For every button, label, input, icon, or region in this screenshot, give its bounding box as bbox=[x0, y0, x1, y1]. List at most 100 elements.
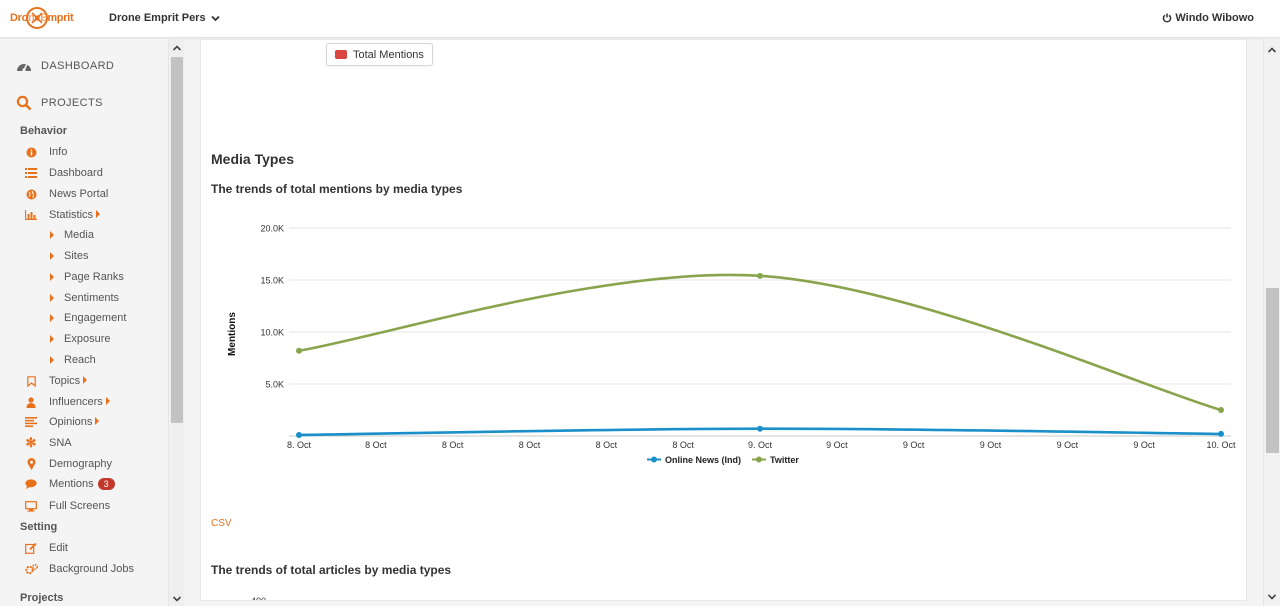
caret-right-icon bbox=[96, 210, 101, 218]
sidebar-item-demography[interactable]: Demography bbox=[23, 458, 112, 470]
sidebar-item-label: Statistics bbox=[49, 209, 94, 221]
section-setting: Setting bbox=[20, 521, 58, 533]
sidebar-subitem-sentiments[interactable]: Sentiments bbox=[50, 292, 119, 304]
main-scrollbar[interactable] bbox=[1263, 39, 1280, 606]
sidebar-item-influencers[interactable]: Influencers bbox=[23, 396, 110, 408]
info-icon bbox=[23, 146, 39, 158]
sidebar-item-topics[interactable]: Topics bbox=[23, 375, 88, 387]
chart2-title: The trends of total articles by media ty… bbox=[211, 563, 452, 577]
project-selector[interactable]: Drone Emprit Pers bbox=[109, 12, 220, 24]
caret-right-icon bbox=[50, 335, 54, 343]
sidebar-item-label: Sentiments bbox=[64, 292, 120, 304]
sidebar-item-label: Info bbox=[49, 146, 68, 158]
sidebar-subitem-sites[interactable]: Sites bbox=[50, 250, 88, 262]
sidebar-subitem-reach[interactable]: Reach bbox=[50, 354, 96, 366]
sidebar-scroll-thumb[interactable] bbox=[171, 57, 183, 423]
x-tick-label: 8 Oct bbox=[442, 440, 464, 450]
x-tick-label: 8 Oct bbox=[672, 440, 694, 450]
legend-swatch bbox=[335, 50, 347, 59]
sidebar-item-label: Background Jobs bbox=[49, 563, 134, 575]
x-tick-label: 9 Oct bbox=[980, 440, 1002, 450]
sidebar-item-label: SNA bbox=[49, 437, 72, 449]
user-menu[interactable]: Windo Wibowo bbox=[1162, 12, 1254, 24]
series-line-1 bbox=[298, 273, 1222, 412]
chevron-down-icon bbox=[210, 15, 220, 21]
legend-label: Total Mentions bbox=[353, 48, 424, 61]
caret-right-icon bbox=[105, 397, 110, 405]
align-icon bbox=[23, 416, 39, 428]
section-title: Media Types bbox=[211, 151, 294, 167]
sidebar-item-mentions[interactable]: Mentions 3 bbox=[23, 478, 115, 490]
data-point[interactable] bbox=[1218, 407, 1224, 413]
sidebar-item-label: Dashboard bbox=[49, 167, 103, 179]
sidebar-item-label: Mentions bbox=[49, 478, 94, 490]
sidebar-item-statistics[interactable]: Statistics bbox=[23, 209, 101, 221]
x-tick-label: 10. Oct bbox=[1206, 440, 1236, 450]
sidebar-item-opinions[interactable]: Opinions bbox=[23, 416, 100, 428]
data-point[interactable] bbox=[296, 431, 302, 438]
data-point[interactable] bbox=[1218, 430, 1224, 437]
comment-icon bbox=[23, 478, 39, 490]
scroll-down-arrow-icon[interactable] bbox=[172, 594, 182, 604]
sidebar-item-label: Opinions bbox=[49, 416, 93, 428]
scroll-up-arrow-icon[interactable] bbox=[172, 43, 182, 53]
legend-item[interactable]: Twitter bbox=[770, 455, 799, 465]
section-behavior: Behavior bbox=[20, 125, 68, 137]
y-tick-label: 10.0K bbox=[260, 328, 284, 338]
sidebar-item-label: Reach bbox=[64, 354, 96, 366]
sidebar-item-label: Demography bbox=[49, 458, 112, 470]
sidebar-subitem-page-ranks[interactable]: Page Ranks bbox=[50, 271, 124, 283]
main-scroll-thumb[interactable] bbox=[1266, 288, 1279, 453]
caret-right-icon bbox=[50, 273, 54, 281]
list-icon bbox=[23, 167, 39, 179]
sidebar: DASHBOARD PROJECTS Behavior Info Dashboa… bbox=[0, 39, 184, 606]
y-tick-label: 20.0K bbox=[260, 224, 284, 234]
snowflake-icon: ✻ bbox=[25, 435, 37, 450]
x-tick-label: 9 Oct bbox=[1133, 440, 1155, 450]
sidebar-item-dashboard-main[interactable]: DASHBOARD bbox=[16, 59, 114, 73]
x-tick-label: 9. Oct bbox=[748, 440, 773, 450]
x-tick-label: 8 Oct bbox=[596, 440, 618, 450]
total-mentions-legend-button[interactable]: Total Mentions bbox=[326, 43, 433, 66]
logo[interactable]: DroneEmprit bbox=[10, 7, 96, 31]
x-tick-label: 8 Oct bbox=[519, 440, 541, 450]
bookmark-icon bbox=[23, 375, 39, 387]
sidebar-item-sna[interactable]: ✻ SNA bbox=[23, 435, 72, 450]
legend-marker bbox=[756, 456, 762, 463]
data-point[interactable] bbox=[757, 272, 763, 279]
sidebar-item-dashboard[interactable]: Dashboard bbox=[23, 167, 103, 179]
sidebar-subitem-engagement[interactable]: Engagement bbox=[50, 312, 126, 324]
y-tick-label: 5.0K bbox=[265, 380, 284, 390]
sidebar-scrollbar[interactable] bbox=[168, 39, 184, 606]
legend-item[interactable]: Online News (Ind) bbox=[665, 455, 741, 465]
sidebar-item-full-screens[interactable]: Full Screens bbox=[23, 500, 110, 512]
sidebar-item-background-jobs[interactable]: Background Jobs bbox=[23, 563, 134, 575]
sidebar-item-projects[interactable]: PROJECTS bbox=[16, 95, 103, 111]
mentions-count-badge: 3 bbox=[97, 478, 115, 490]
map-marker-icon bbox=[23, 458, 39, 470]
caret-right-icon bbox=[50, 231, 54, 239]
cogs-icon bbox=[23, 563, 39, 575]
caret-right-icon bbox=[50, 294, 54, 302]
csv-download-link[interactable]: CSV bbox=[211, 518, 232, 529]
section-projects: Projects bbox=[20, 592, 64, 604]
desktop-icon bbox=[23, 500, 39, 512]
sidebar-item-label: Sites bbox=[64, 250, 89, 262]
x-tick-label: 8. Oct bbox=[287, 440, 312, 450]
sidebar-subitem-media[interactable]: Media bbox=[50, 229, 94, 241]
scroll-down-arrow-icon[interactable] bbox=[1267, 592, 1277, 602]
legend-marker bbox=[651, 456, 657, 463]
sidebar-item-info[interactable]: Info bbox=[23, 146, 67, 158]
sidebar-subitem-exposure[interactable]: Exposure bbox=[50, 333, 110, 345]
scroll-up-arrow-icon[interactable] bbox=[1267, 45, 1277, 55]
data-point[interactable] bbox=[296, 347, 302, 354]
bar-chart-icon bbox=[23, 209, 39, 221]
drone-icon bbox=[26, 7, 48, 29]
user-icon bbox=[23, 396, 39, 408]
sidebar-item-edit[interactable]: Edit bbox=[23, 542, 68, 554]
sidebar-item-news-portal[interactable]: News Portal bbox=[23, 188, 108, 200]
y-tick-label: 15.0K bbox=[260, 276, 284, 286]
sidebar-item-label: PROJECTS bbox=[41, 97, 103, 109]
search-icon bbox=[16, 95, 32, 111]
data-point[interactable] bbox=[757, 425, 763, 432]
